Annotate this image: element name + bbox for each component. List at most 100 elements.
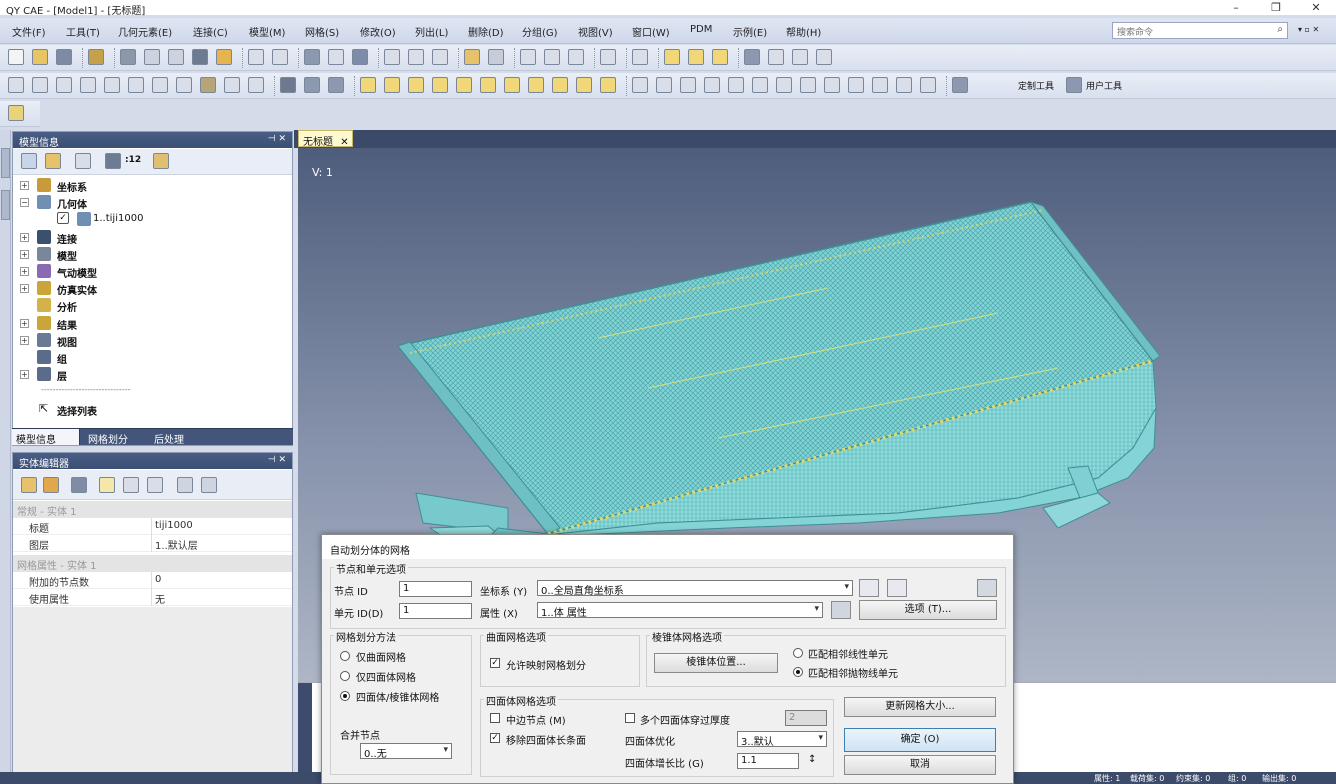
dock-tab-icon[interactable] xyxy=(1,190,10,220)
match-parabolic-radio[interactable] xyxy=(793,667,803,677)
property-define-icon[interactable] xyxy=(831,601,851,619)
property-select[interactable]: 1..体 属性 ▾ xyxy=(537,602,823,618)
frame-icon[interactable] xyxy=(768,49,784,65)
options-button[interactable]: 选项 (T)... xyxy=(859,600,997,620)
user-tools-icon[interactable] xyxy=(1066,77,1082,93)
visibility-checkbox[interactable]: ✓ xyxy=(57,212,69,225)
growth-ratio-stepper[interactable]: ↕ xyxy=(808,754,816,765)
new-file-icon[interactable] xyxy=(8,49,24,65)
menu-mesh[interactable]: 网格(S) xyxy=(305,24,339,39)
menu-pdm[interactable]: PDM xyxy=(690,24,712,35)
coord-pick-icon[interactable] xyxy=(859,579,879,597)
menu-list[interactable]: 列出(L) xyxy=(415,24,448,39)
command-search-input[interactable]: 搜索命令 ⌕ xyxy=(1112,22,1288,39)
tree-item[interactable]: ⇱ 选择列表 xyxy=(13,401,292,418)
quad2-icon[interactable] xyxy=(728,77,744,93)
tree-item[interactable]: ✓ 1..tiji1000 xyxy=(13,211,292,228)
menu-tools[interactable]: 工具(T) xyxy=(66,24,100,39)
tet3-icon[interactable] xyxy=(872,77,888,93)
print-icon[interactable] xyxy=(272,49,288,65)
dock-tab-icon[interactable] xyxy=(1,148,10,178)
tree-item[interactable]: 组 xyxy=(13,349,292,366)
property-row[interactable]: 使用属性 无 xyxy=(13,589,292,606)
property-pages-icon[interactable] xyxy=(147,477,163,493)
line-icon[interactable] xyxy=(360,77,376,93)
tree-view-icon[interactable] xyxy=(21,153,37,169)
rotate-icon[interactable] xyxy=(304,49,320,65)
select-icon[interactable] xyxy=(328,49,344,65)
tree-item[interactable]: + 层 xyxy=(13,366,292,383)
multi-tet-checkbox[interactable] xyxy=(625,713,635,723)
property-row[interactable]: 附加的节点数 0 xyxy=(13,572,292,589)
expand-toggle-icon[interactable]: + xyxy=(20,249,29,259)
element-id-input[interactable]: 1 xyxy=(399,603,472,619)
magnifier-icon[interactable]: ⌕ xyxy=(1277,24,1283,35)
scissors-icon[interactable] xyxy=(488,49,504,65)
solid-icon[interactable] xyxy=(280,77,296,93)
pyramid-position-button[interactable]: 棱锥体位置... xyxy=(654,653,778,673)
layers-icon[interactable] xyxy=(304,77,320,93)
hash-icon[interactable] xyxy=(128,77,144,93)
arc-icon[interactable] xyxy=(408,77,424,93)
tree-item[interactable]: + 坐标系 xyxy=(13,177,292,194)
panel-pin-close[interactable]: ⊣ ✕ xyxy=(268,134,286,144)
menu-modify[interactable]: 修改(O) xyxy=(360,24,396,39)
allow-mapped-checkbox[interactable]: ✓ xyxy=(490,658,500,668)
link-icon[interactable] xyxy=(88,49,104,65)
wedge-icon[interactable] xyxy=(920,77,936,93)
node-grid-icon[interactable] xyxy=(8,77,24,93)
box-icon[interactable] xyxy=(432,49,448,65)
menu-group[interactable]: 分组(G) xyxy=(522,24,558,39)
prism-icon[interactable] xyxy=(896,77,912,93)
tool-icon[interactable] xyxy=(200,77,216,93)
pencil-icon[interactable] xyxy=(688,49,704,65)
tree-item[interactable]: + 结果 xyxy=(13,315,292,332)
palette-icon[interactable] xyxy=(71,477,87,493)
scale-icon[interactable] xyxy=(56,77,72,93)
eraser-icon[interactable] xyxy=(712,49,728,65)
tee-icon[interactable] xyxy=(432,77,448,93)
property-value[interactable]: 0 xyxy=(155,574,161,585)
open-folder-icon[interactable] xyxy=(32,49,48,65)
quad3-icon[interactable] xyxy=(752,77,768,93)
menu-connect[interactable]: 连接(C) xyxy=(193,24,228,39)
pen-icon[interactable] xyxy=(600,77,616,93)
table-icon[interactable] xyxy=(192,49,208,65)
growth-ratio-input[interactable]: 1.1 xyxy=(737,753,799,769)
image-icon[interactable] xyxy=(216,49,232,65)
maximize-button[interactable]: ❐ xyxy=(1256,0,1296,16)
clock-icon[interactable] xyxy=(816,49,832,65)
cancel-button[interactable]: 取消 xyxy=(844,755,996,775)
tree-item[interactable]: + 气动模型 xyxy=(13,263,292,280)
hex2-icon[interactable] xyxy=(800,77,816,93)
expand-toggle-icon[interactable]: + xyxy=(20,181,29,190)
apply-down-icon[interactable] xyxy=(201,477,217,493)
coord-define-icon[interactable] xyxy=(887,579,907,597)
expand-toggle-icon[interactable]: + xyxy=(20,267,29,276)
multi-tet-input[interactable]: 2 xyxy=(785,710,827,726)
sheet-icon[interactable] xyxy=(152,77,168,93)
menu-help[interactable]: 帮助(H) xyxy=(786,24,821,39)
join-icon[interactable] xyxy=(504,77,520,93)
clipboard-icon[interactable] xyxy=(43,477,59,493)
copy-icon[interactable] xyxy=(632,49,648,65)
zoom-icon[interactable] xyxy=(224,77,240,93)
chart-icon[interactable] xyxy=(408,49,424,65)
method-surface-radio[interactable] xyxy=(340,651,350,661)
tree-item[interactable]: + 模型 xyxy=(13,246,292,263)
close-button[interactable]: ✕ xyxy=(1296,0,1336,16)
refresh-icon[interactable] xyxy=(248,49,264,65)
property-value[interactable]: 无 xyxy=(155,591,165,606)
custom-tools-icon[interactable] xyxy=(952,77,968,93)
monitor-icon[interactable] xyxy=(792,49,808,65)
remove-long-faces-checkbox[interactable]: ✓ xyxy=(490,733,500,743)
grid-options-icon[interactable] xyxy=(977,579,997,597)
tab-meshing[interactable]: 网格划分 xyxy=(88,431,128,446)
expand-toggle-icon[interactable]: + xyxy=(20,284,29,294)
save-icon[interactable] xyxy=(56,49,72,65)
tree-tool-icon[interactable] xyxy=(105,153,121,169)
tree-filter-icon[interactable] xyxy=(45,153,61,169)
panel-pin-close[interactable]: ⊣ ✕ xyxy=(268,455,286,465)
property-row[interactable]: 图层 1..默认层 xyxy=(13,535,292,552)
cut-icon[interactable] xyxy=(480,77,496,93)
